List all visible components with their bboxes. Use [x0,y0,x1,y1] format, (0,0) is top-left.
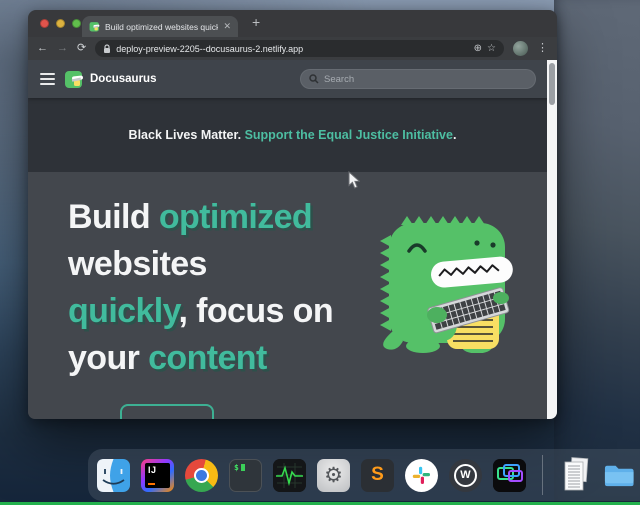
dock-downloads-folder-icon[interactable] [603,461,636,489]
hero-word: your [68,339,148,377]
dock-finder-icon[interactable] [97,459,130,492]
dock-system-preferences-icon[interactable]: ⚙ [317,459,350,492]
announcement-suffix: . [453,128,456,142]
browser-window: Build optimized websites quick ✕ + ← → ⟳… [28,10,557,419]
announcement-text: Black Lives Matter. Support the Equal Ju… [129,128,457,142]
window-controls [40,19,81,28]
gear-icon: ⚙ [324,464,343,487]
zoom-window-button[interactable] [72,19,81,28]
hero-word: , focus on [178,292,333,330]
terminal-prompt: $ [234,463,239,472]
page-action-icon[interactable]: ⊕ [474,44,482,54]
close-window-button[interactable] [40,19,49,28]
dock-chrome-icon[interactable] [185,459,218,492]
url-text: deploy-preview-2205--docusaurus-2.netlif… [116,44,468,54]
page-content: Docusaurus Black Lives Matter. Support t… [28,60,557,419]
dock-terminal-icon[interactable]: $ [229,459,262,492]
tab-close-icon[interactable]: ✕ [223,22,231,31]
announcement-prefix: Black Lives Matter. [129,128,245,142]
new-tab-button[interactable]: + [252,14,260,30]
dock-sublime-text-icon[interactable]: S [361,459,394,492]
get-started-button[interactable] [120,404,214,419]
terminal-cursor-block [241,464,245,471]
workplace-monogram: W [460,469,470,481]
site-navbar: Docusaurus [28,60,557,98]
search-icon [309,74,319,84]
intellij-inner-square: IJ [145,463,170,488]
tab-title: Build optimized websites quick [105,22,218,32]
hamburger-menu-icon[interactable] [40,73,55,85]
bookmark-star-icon[interactable]: ☆ [487,44,496,54]
dock-documents-stack-icon[interactable] [559,457,592,493]
browser-toolbar: ← → ⟳ deploy-preview-2205--docusaurus-2.… [28,37,557,60]
minimize-window-button[interactable] [56,19,65,28]
lock-icon [103,44,111,54]
announcement-bar: Black Lives Matter. Support the Equal Ju… [28,98,557,172]
docusaurus-mascot-illustration [373,213,523,353]
search-input[interactable] [324,74,527,85]
scrollbar[interactable] [547,60,557,419]
slack-hash-icon [412,466,431,485]
dock-intellij-icon[interactable]: IJ [141,459,174,492]
wallpaper-cliffs [554,0,640,505]
profile-avatar[interactable] [513,41,528,56]
dock-workplace-icon[interactable]: W [449,459,482,492]
brand-name: Docusaurus [90,73,156,85]
desktop: { "colors": { "accent": "#41bb9d", "hero… [0,0,640,505]
dock-activity-monitor-icon[interactable] [273,459,306,492]
browser-tab[interactable]: Build optimized websites quick ✕ [82,16,238,37]
forward-icon[interactable]: → [57,43,68,54]
hero-section: Build optimized websites quickly, focus … [28,172,557,419]
chrome-blue-core [196,470,207,481]
reload-icon[interactable]: ⟳ [77,43,86,54]
tab-bar: Build optimized websites quick ✕ + [28,10,557,37]
dock-screen-capture-icon[interactable] [493,459,526,492]
hero-word-highlight: optimized [159,198,312,236]
hero-title: Build optimized websites quickly, focus … [68,194,408,382]
sublime-monogram: S [371,464,384,485]
hero-word-highlight: content [148,339,267,377]
intellij-monogram: IJ [148,465,157,475]
scrollbar-thumb[interactable] [549,63,555,105]
back-icon[interactable]: ← [37,43,48,54]
dock-divider [542,455,543,495]
docusaurus-logo-icon [64,69,84,89]
dock-slack-icon[interactable] [405,459,438,492]
browser-menu-icon[interactable]: ⋮ [537,43,548,54]
dock: IJ $ ⚙ S W [88,449,640,501]
brand-home-link[interactable]: Docusaurus [64,69,156,89]
intellij-underline [148,483,155,485]
address-bar[interactable]: deploy-preview-2205--docusaurus-2.netlif… [95,40,504,57]
docusaurus-favicon-icon [89,21,100,32]
hero-word-highlight: quickly [68,292,178,330]
hero-word: websites [68,245,207,283]
hero-word: Build [68,198,159,236]
search-box[interactable] [300,69,536,89]
eji-link[interactable]: Support the Equal Justice Initiative [245,128,453,142]
